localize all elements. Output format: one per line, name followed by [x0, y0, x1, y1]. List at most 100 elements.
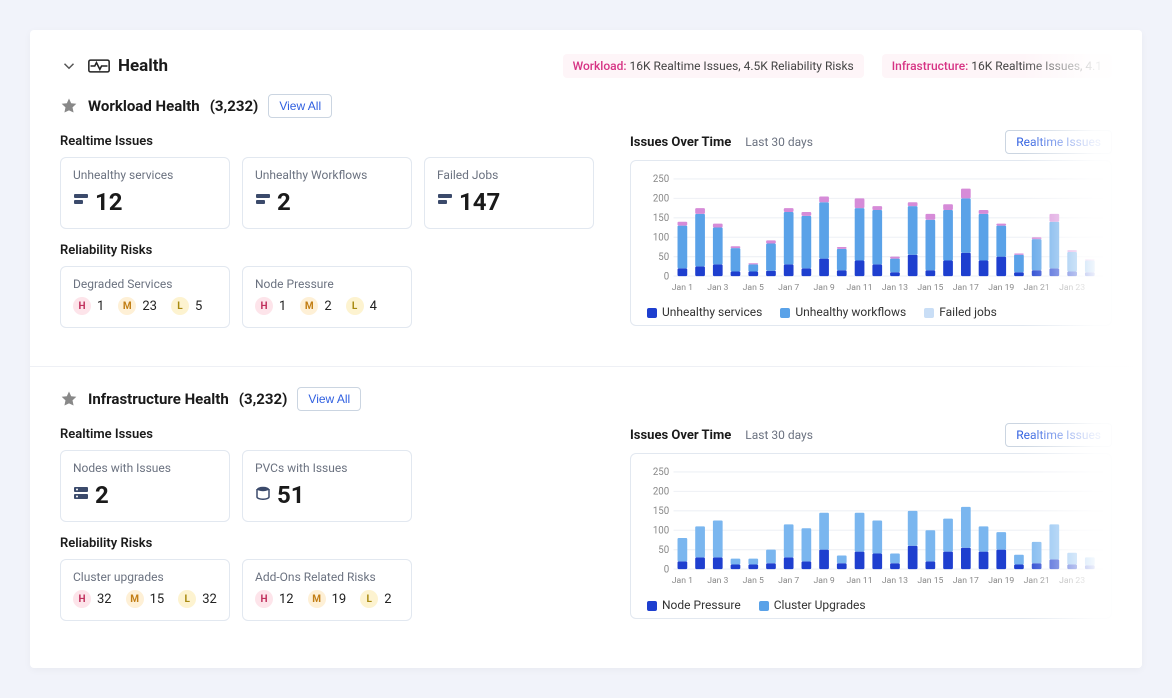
svg-text:Jan 23: Jan 23 — [1059, 283, 1085, 293]
svg-text:Jan 3: Jan 3 — [707, 576, 728, 586]
view-all-button[interactable]: View All — [268, 94, 332, 118]
svg-text:Jan 11: Jan 11 — [847, 576, 873, 586]
svg-text:Jan 19: Jan 19 — [988, 283, 1014, 293]
card-icon — [255, 192, 271, 212]
svg-text:150: 150 — [653, 506, 669, 517]
svg-text:Jan 15: Jan 15 — [917, 283, 943, 293]
section-1: Infrastructure Health (3,232) View All R… — [30, 387, 1142, 659]
card-value: 147 — [459, 188, 500, 216]
section-title: Workload Health — [88, 97, 200, 115]
card-icon — [437, 192, 453, 212]
svg-text:Jan 1: Jan 1 — [672, 283, 693, 293]
legend-item: Failed jobs — [924, 305, 997, 319]
card-label: Node Pressure — [255, 277, 399, 291]
chevron-down-icon[interactable] — [60, 57, 78, 75]
chart-subtitle: Last 30 days — [745, 428, 813, 442]
svg-text:50: 50 — [658, 252, 669, 263]
header-badges: Workload: 16K Realtime Issues, 4.5K Reli… — [563, 54, 1112, 78]
svg-text:0: 0 — [664, 564, 669, 575]
star-icon[interactable] — [60, 97, 78, 115]
card-label: Failed Jobs — [437, 168, 581, 182]
risk-card[interactable]: Node Pressure H1 M2 L4 — [242, 266, 412, 328]
svg-text:200: 200 — [653, 194, 669, 205]
svg-text:Jan 5: Jan 5 — [743, 576, 764, 586]
card-value: 12 — [95, 188, 123, 216]
card-label: Degraded Services — [73, 277, 217, 291]
chip-high: H — [73, 297, 91, 315]
legend-item: Node Pressure — [647, 598, 741, 612]
chart-subtitle: Last 30 days — [745, 135, 813, 149]
chip-low: L — [346, 297, 364, 315]
risk-card[interactable]: Cluster upgrades H32 M15 L32 — [60, 559, 230, 621]
badge-workload[interactable]: Workload: 16K Realtime Issues, 4.5K Reli… — [563, 54, 864, 78]
section-count: (3,232) — [239, 390, 288, 408]
chart-filter-pill[interactable]: Realtime Issues — [1005, 423, 1112, 447]
legend-item: Unhealthy services — [647, 305, 762, 319]
chart-area: 050100150200250Jan 1Jan 3Jan 5Jan 7Jan 9… — [630, 453, 1112, 619]
svg-text:Jan 21: Jan 21 — [1024, 283, 1050, 293]
risk-card[interactable]: Degraded Services H1 M23 L5 — [60, 266, 230, 328]
svg-text:200: 200 — [653, 487, 669, 498]
svg-text:Jan 7: Jan 7 — [778, 283, 799, 293]
svg-text:0: 0 — [664, 271, 669, 282]
page-header: Health Workload: 16K Realtime Issues, 4.… — [30, 54, 1142, 94]
svg-text:Jan 9: Jan 9 — [814, 576, 835, 586]
chart-legend: Node Pressure Cluster Upgrades — [639, 598, 1103, 612]
chip-low: L — [178, 590, 196, 608]
chart-title: Issues Over Time — [630, 135, 731, 150]
chip-med: M — [118, 297, 136, 315]
card-icon — [73, 192, 89, 212]
card-label: Cluster upgrades — [73, 570, 217, 584]
card-label: PVCs with Issues — [255, 461, 399, 475]
card-icon — [255, 485, 271, 505]
chip-high: H — [255, 297, 273, 315]
subhead-reliability: Reliability Risks — [60, 243, 600, 258]
star-icon[interactable] — [60, 390, 78, 408]
card-value: 2 — [277, 188, 291, 216]
svg-text:Jan 17: Jan 17 — [953, 576, 979, 586]
svg-text:250: 250 — [653, 174, 669, 185]
badge-infrastructure[interactable]: Infrastructure: 16K Realtime Issues, 4.1 — [882, 54, 1112, 78]
chip-low: L — [171, 297, 189, 315]
chip-med: M — [300, 297, 318, 315]
card-label: Nodes with Issues — [73, 461, 217, 475]
health-icon — [88, 57, 110, 75]
view-all-button[interactable]: View All — [297, 387, 361, 411]
metric-card[interactable]: Failed Jobs 147 — [424, 157, 594, 229]
svg-text:Jan 13: Jan 13 — [882, 283, 908, 293]
chart-legend: Unhealthy servicesUnhealthy workflowsFai… — [639, 305, 1103, 319]
svg-text:Jan 19: Jan 19 — [988, 576, 1014, 586]
svg-text:Jan 13: Jan 13 — [882, 576, 908, 586]
chart-svg: 050100150200250Jan 1Jan 3Jan 5Jan 7Jan 9… — [639, 169, 1103, 299]
subhead-realtime: Realtime Issues — [60, 427, 600, 442]
chip-low: L — [360, 590, 378, 608]
card-label: Unhealthy services — [73, 168, 217, 182]
section-0: Workload Health (3,232) View All Realtim… — [30, 94, 1142, 366]
metric-card[interactable]: Nodes with Issues 2 — [60, 450, 230, 522]
card-label: Unhealthy Workflows — [255, 168, 399, 182]
chip-high: H — [73, 590, 91, 608]
risk-card[interactable]: Add-Ons Related Risks H12 M19 L2 — [242, 559, 412, 621]
chart-svg: 050100150200250Jan 1Jan 3Jan 5Jan 7Jan 9… — [639, 462, 1103, 592]
section-title: Infrastructure Health — [88, 390, 229, 408]
svg-text:Jan 9: Jan 9 — [814, 283, 835, 293]
legend-item: Cluster Upgrades — [759, 598, 866, 612]
svg-text:Jan 17: Jan 17 — [953, 283, 979, 293]
metric-card[interactable]: Unhealthy services 12 — [60, 157, 230, 229]
metric-card[interactable]: PVCs with Issues 51 — [242, 450, 412, 522]
card-value: 51 — [277, 481, 305, 509]
subhead-realtime: Realtime Issues — [60, 134, 600, 149]
metric-card[interactable]: Unhealthy Workflows 2 — [242, 157, 412, 229]
svg-text:150: 150 — [653, 213, 669, 224]
svg-text:100: 100 — [653, 232, 669, 243]
card-value: 2 — [95, 481, 109, 509]
svg-text:Jan 7: Jan 7 — [778, 576, 799, 586]
chart-filter-pill[interactable]: Realtime Issues — [1005, 130, 1112, 154]
svg-text:Jan 11: Jan 11 — [847, 283, 873, 293]
svg-text:100: 100 — [653, 525, 669, 536]
chart-area: 050100150200250Jan 1Jan 3Jan 5Jan 7Jan 9… — [630, 160, 1112, 326]
section-count: (3,232) — [210, 97, 259, 115]
svg-text:Jan 3: Jan 3 — [707, 283, 728, 293]
svg-text:50: 50 — [658, 545, 669, 556]
svg-text:Jan 15: Jan 15 — [917, 576, 943, 586]
